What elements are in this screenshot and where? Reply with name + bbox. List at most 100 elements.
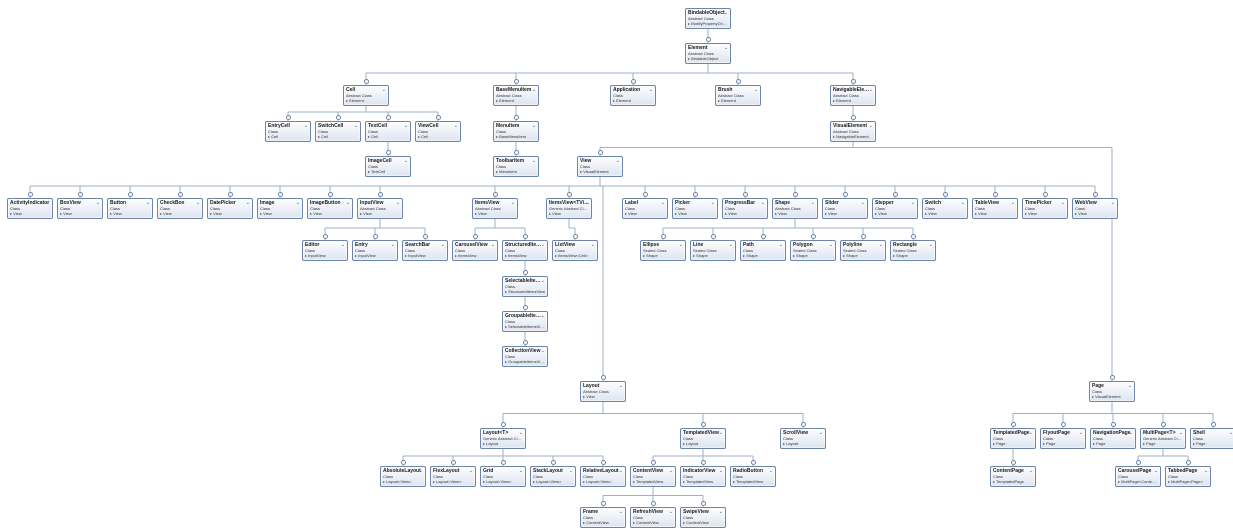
class-base: View — [775, 211, 815, 216]
class-base: View — [549, 211, 589, 216]
inheritance-icon — [78, 192, 83, 197]
inheritance-icon — [1186, 460, 1191, 465]
inheritance-icon — [601, 375, 606, 380]
class-node-SwipeView[interactable]: SwipeViewClassContentView⌄ — [680, 507, 726, 528]
class-node-CollectionView[interactable]: CollectionViewClassGroupableItemsView⌄ — [502, 346, 548, 367]
inheritance-icon — [598, 150, 603, 155]
class-node-FlexLayout[interactable]: FlexLayoutClassLayout<View>⌄ — [430, 466, 476, 487]
class-node-Path[interactable]: PathClassShape⌄ — [740, 240, 786, 261]
class-node-VisualElement[interactable]: VisualElementAbstract ClassNavigableElem… — [830, 121, 876, 142]
class-node-TemplatedPage[interactable]: TemplatedPageClassPage⌄ — [990, 428, 1036, 449]
class-node-NavigationPage[interactable]: NavigationPageClassPage⌄ — [1090, 428, 1136, 449]
class-node-ListView[interactable]: ListViewClassItemsView<Cell>⌄ — [552, 240, 598, 261]
class-node-Shape[interactable]: ShapeAbstract ClassView⌄ — [772, 198, 818, 219]
inheritance-icon — [378, 192, 383, 197]
inheritance-icon — [473, 234, 478, 239]
inheritance-icon — [1043, 192, 1048, 197]
class-node-Button[interactable]: ButtonClassView⌄ — [107, 198, 153, 219]
class-node-Stepper[interactable]: StepperClassView⌄ — [872, 198, 918, 219]
class-node-BoxView[interactable]: BoxViewClassView⌄ — [57, 198, 103, 219]
class-base: Layout<View> — [383, 479, 423, 484]
class-node-ToolbarItem[interactable]: ToolbarItemClassMenuItem⌄ — [493, 156, 539, 177]
class-base: VisualElement — [1092, 394, 1132, 399]
class-node-Layout[interactable]: LayoutAbstract ClassView⌄ — [580, 381, 626, 402]
class-node-ViewCell[interactable]: ViewCellClassCell⌄ — [415, 121, 461, 142]
class-node-ActivityIndicator[interactable]: ActivityIndicatorClassView⌄ — [7, 198, 53, 219]
class-node-CarouselView[interactable]: CarouselViewClassItemsView⌄ — [452, 240, 498, 261]
class-node-SearchBar[interactable]: SearchBarClassInputView⌄ — [402, 240, 448, 261]
class-node-InputView[interactable]: InputViewAbstract ClassView⌄ — [357, 198, 403, 219]
inheritance-icon — [861, 234, 866, 239]
class-node-ItemsView[interactable]: ItemsViewAbstract ClassView⌄ — [472, 198, 518, 219]
inheritance-icon — [943, 192, 948, 197]
class-node-BindableObject[interactable]: BindableObjectAbstract ClassINotifyPrope… — [685, 8, 731, 29]
class-node-IndicatorView[interactable]: IndicatorViewClassTemplatedView⌄ — [680, 466, 726, 487]
class-node-TabbedPage[interactable]: TabbedPageClassMultiPage<Page>⌄ — [1165, 466, 1211, 487]
class-node-Application[interactable]: ApplicationClassElement⌄ — [610, 85, 656, 106]
class-node-RadioButton[interactable]: RadioButtonClassTemplatedView⌄ — [730, 466, 776, 487]
class-node-Picker[interactable]: PickerClassView⌄ — [672, 198, 718, 219]
class-node-BaseMenuItem[interactable]: BaseMenuItemAbstract ClassElement⌄ — [493, 85, 539, 106]
class-node-Polygon[interactable]: PolygonSealed ClassShape⌄ — [790, 240, 836, 261]
class-node-RelativeLayout[interactable]: RelativeLayoutClassLayout<View>⌄ — [580, 466, 626, 487]
class-node-EntryCell[interactable]: EntryCellClassCell⌄ — [265, 121, 311, 142]
class-node-ImageButton[interactable]: ImageButtonClassView⌄ — [307, 198, 353, 219]
class-node-ScrollView[interactable]: ScrollViewClassLayout⌄ — [780, 428, 826, 449]
class-node-ImageCell[interactable]: ImageCellClassTextCell⌄ — [365, 156, 411, 177]
class-hierarchy-diagram: BindableObjectAbstract ClassINotifyPrope… — [0, 0, 1233, 531]
class-base: ContentView — [633, 520, 673, 525]
class-node-StackLayout[interactable]: StackLayoutClassLayout<View>⌄ — [530, 466, 576, 487]
class-base: Shape — [643, 253, 683, 258]
inheritance-icon — [701, 460, 706, 465]
class-node-TimePicker[interactable]: TimePickerClassView⌄ — [1022, 198, 1068, 219]
class-node-Shell[interactable]: ShellClassPage⌄ — [1190, 428, 1233, 449]
class-node-ContentView[interactable]: ContentViewClassTemplatedView⌄ — [630, 466, 676, 487]
class-node-DatePicker[interactable]: DatePickerClassView⌄ — [207, 198, 253, 219]
class-node-MenuItem[interactable]: MenuItemClassBaseMenuItem⌄ — [493, 121, 539, 142]
class-node-SelectableItems[interactable]: SelectableItem…ClassStructuredItemsView⌄ — [502, 276, 548, 297]
class-node-MultiPageT[interactable]: MultiPage<T>Generic Abstract ClassPage⌄ — [1140, 428, 1186, 449]
class-node-StructuredItems[interactable]: StructuredItem…ClassItemsView⌄ — [502, 240, 548, 261]
class-node-Polyline[interactable]: PolylineSealed ClassShape⌄ — [840, 240, 886, 261]
class-base: TemplatedView — [683, 479, 723, 484]
class-node-Element[interactable]: ElementAbstract ClassBindableObject⌄ — [685, 43, 731, 64]
inheritance-icon — [693, 192, 698, 197]
class-node-AbsoluteLayout[interactable]: AbsoluteLayoutClassLayout<View>⌄ — [380, 466, 426, 487]
class-node-ItemsViewT[interactable]: ItemsView<TVisu…Generic Abstract ClassVi… — [546, 198, 592, 219]
class-node-Slider[interactable]: SliderClassView⌄ — [822, 198, 868, 219]
class-node-WebView[interactable]: WebViewClassView⌄ — [1072, 198, 1118, 219]
class-node-View[interactable]: ViewClassVisualElement⌄ — [577, 156, 623, 177]
class-base: Page — [1143, 441, 1183, 446]
inheritance-icon — [364, 79, 369, 84]
class-base: VisualElement — [580, 169, 620, 174]
class-node-Frame[interactable]: FrameClassContentView⌄ — [580, 507, 626, 528]
class-node-LayoutT[interactable]: Layout<T>Generic Abstract ClassLayout⌄ — [480, 428, 526, 449]
class-node-Line[interactable]: LineSealed ClassShape⌄ — [690, 240, 736, 261]
class-node-Brush[interactable]: BrushAbstract ClassElement⌄ — [715, 85, 761, 106]
class-node-Entry[interactable]: EntryClassInputView⌄ — [352, 240, 398, 261]
class-node-RefreshView[interactable]: RefreshViewClassContentView⌄ — [630, 507, 676, 528]
class-node-GroupableItems[interactable]: GroupableItem…ClassSelectableItemsView⌄ — [502, 311, 548, 332]
class-node-Cell[interactable]: CellAbstract ClassElement⌄ — [343, 85, 389, 106]
class-node-Image[interactable]: ImageClassView⌄ — [257, 198, 303, 219]
class-node-FlyoutPage[interactable]: FlyoutPageClassPage⌄ — [1040, 428, 1086, 449]
class-node-NavigableElement[interactable]: NavigableElementAbstract ClassElement⌄ — [830, 85, 876, 106]
class-node-TableView[interactable]: TableViewClassView⌄ — [972, 198, 1018, 219]
inheritance-icon — [893, 192, 898, 197]
class-node-Editor[interactable]: EditorClassInputView⌄ — [302, 240, 348, 261]
class-node-Page[interactable]: PageClassVisualElement⌄ — [1089, 381, 1135, 402]
class-node-TextCell[interactable]: TextCellClassCell⌄ — [365, 121, 411, 142]
class-node-Switch[interactable]: SwitchClassView⌄ — [922, 198, 968, 219]
class-node-ProgressBar[interactable]: ProgressBarClassView⌄ — [722, 198, 768, 219]
class-node-Rectangle[interactable]: RectangleSealed ClassShape⌄ — [890, 240, 936, 261]
class-node-TemplatedView[interactable]: TemplatedViewClassLayout⌄ — [680, 428, 726, 449]
class-node-ContentPage[interactable]: ContentPageClassTemplatedPage⌄ — [990, 466, 1036, 487]
inheritance-icon — [1061, 422, 1066, 427]
class-node-Label[interactable]: LabelClassView⌄ — [622, 198, 668, 219]
class-node-CheckBox[interactable]: CheckBoxClassView⌄ — [157, 198, 203, 219]
class-node-Ellipse[interactable]: EllipseSealed ClassShape⌄ — [640, 240, 686, 261]
class-node-SwitchCell[interactable]: SwitchCellClassCell⌄ — [315, 121, 361, 142]
class-base: Layout — [483, 441, 523, 446]
class-node-Grid[interactable]: GridClassLayout<View>⌄ — [480, 466, 526, 487]
class-node-CarouselPage[interactable]: CarouselPageClassMultiPage<ContentP…⌄ — [1115, 466, 1161, 487]
